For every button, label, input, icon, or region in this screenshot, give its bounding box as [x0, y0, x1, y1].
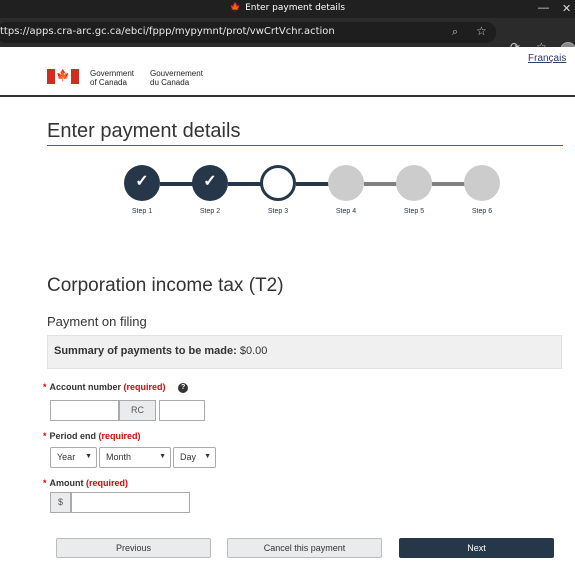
account-number-part2-input[interactable] — [159, 400, 205, 421]
gouvernement-du-canada-wordmark: Gouvernement du Canada — [150, 69, 203, 87]
account-rc-addon: RC — [119, 400, 156, 421]
step-6-label: Step 6 — [471, 208, 493, 215]
browser-toolbar: ttps://apps.cra-arc.gc.ca/ebci/fppp/mypy… — [0, 18, 575, 58]
language-toggle-link[interactable]: Français — [528, 53, 566, 64]
period-end-label: * Period end (required) — [43, 431, 141, 441]
step-3-label: Step 3 — [267, 208, 289, 215]
address-bar[interactable]: ttps://apps.cra-arc.gc.ca/ebci/fppp/mypy… — [0, 22, 496, 43]
window-title: 🍁 Enter payment details — [229, 3, 346, 13]
amount-label: * Amount (required) — [43, 478, 129, 488]
chevron-down-icon: ▼ — [204, 453, 211, 460]
section-title: Corporation income tax (T2) — [47, 275, 284, 296]
step-connector — [296, 182, 329, 186]
subsection-title: Payment on filing — [47, 314, 147, 329]
period-year-select[interactable]: Year ▼ — [50, 447, 97, 468]
next-button[interactable]: Next — [399, 538, 554, 558]
currency-addon: $ — [50, 492, 71, 513]
close-icon[interactable]: ✕ — [562, 2, 571, 15]
payment-summary-panel: Summary of payments to be made: $0.00 — [47, 335, 562, 369]
summary-label: Summary of payments to be made: — [54, 345, 237, 357]
period-day-select[interactable]: Day ▼ — [173, 447, 216, 468]
chevron-down-icon: ▼ — [85, 453, 92, 460]
url-text: ttps://apps.cra-arc.gc.ca/ebci/fppp/mypy… — [0, 26, 335, 37]
minimize-icon[interactable]: — — [538, 2, 549, 14]
page-title: Enter payment details — [47, 120, 241, 142]
progress-stepper: ✓ ✓ Step 1 Step 2 Step 3 Step 4 Step 5 S… — [0, 165, 575, 225]
step-connector — [160, 182, 193, 186]
step-5-label: Step 5 — [403, 208, 425, 215]
checkmark-icon: ✓ — [135, 173, 149, 190]
step-4-label: Step 4 — [335, 208, 357, 215]
help-question-icon[interactable]: ? — [178, 382, 189, 393]
account-number-label: * Account number (required) ? — [43, 382, 189, 393]
government-of-canada-wordmark: Government of Canada — [90, 69, 135, 87]
checkmark-icon: ✓ — [203, 173, 217, 190]
chevron-down-icon: ▼ — [159, 453, 166, 460]
maple-leaf-icon: 🍁 — [229, 3, 242, 13]
step-1-label: Step 1 — [131, 208, 153, 215]
canada-flag-icon: 🍁 — [47, 69, 79, 84]
previous-button[interactable]: Previous — [56, 538, 211, 558]
amount-input[interactable] — [71, 492, 190, 513]
step-2-label: Step 2 — [199, 208, 221, 215]
page-content: Français 🍁 Government of Canada Gouverne… — [0, 47, 575, 572]
step-connector — [228, 182, 261, 186]
cancel-payment-button[interactable]: Cancel this payment — [227, 538, 382, 558]
step-1-indicator: ✓ — [124, 165, 160, 201]
header-divider — [0, 95, 575, 97]
step-4-indicator — [328, 165, 364, 201]
favorite-star-icon[interactable]: ☆ — [476, 24, 487, 38]
step-connector — [432, 182, 465, 186]
step-2-indicator: ✓ — [192, 165, 228, 201]
step-connector — [364, 182, 397, 186]
account-number-part1-input[interactable] — [50, 400, 119, 421]
step-3-indicator — [260, 165, 296, 201]
window-title-bar: 🍁 Enter payment details — ✕ — [0, 0, 575, 18]
step-5-indicator — [396, 165, 432, 201]
period-month-select[interactable]: Month ▼ — [99, 447, 171, 468]
zoom-icon[interactable]: ⌕ — [452, 25, 458, 39]
step-6-indicator — [464, 165, 500, 201]
title-underline — [47, 145, 563, 146]
summary-value: $0.00 — [239, 345, 268, 357]
